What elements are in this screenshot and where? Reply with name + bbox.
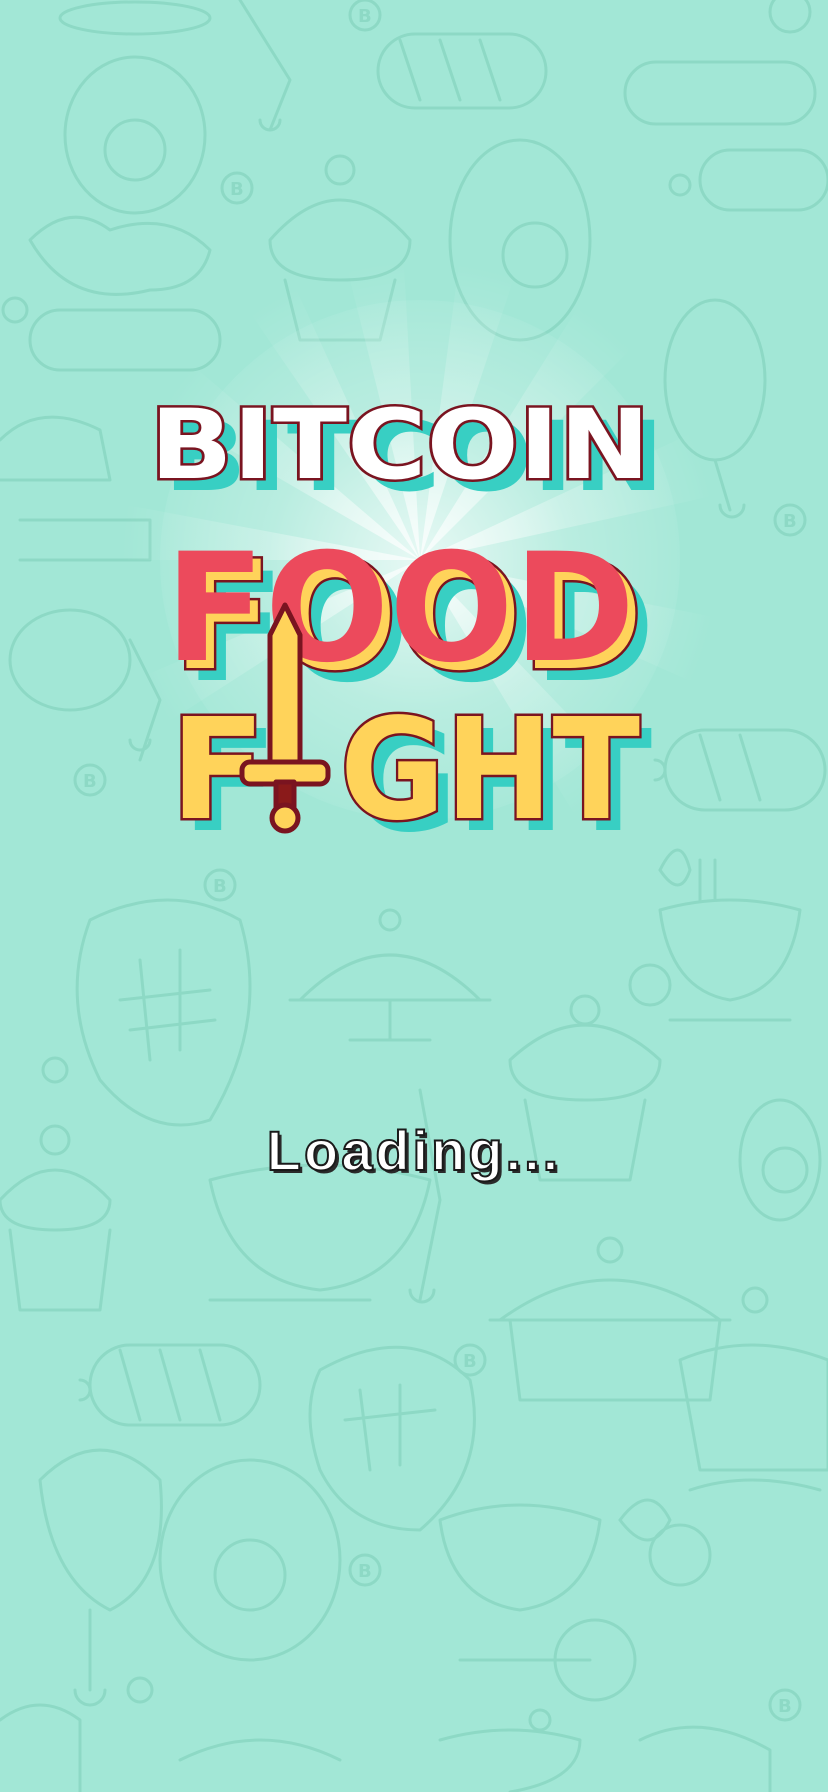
loading-screen: B B B B B B B B BITCOIN BITCOIN FOOD FOO… bbox=[0, 0, 828, 1792]
logo-line-bitcoin: BITCOIN BITCOIN bbox=[148, 390, 665, 513]
svg-text:BITCOIN: BITCOIN bbox=[150, 390, 650, 501]
logo-line-food: FOOD FOOD FOOD bbox=[165, 522, 655, 716]
svg-text:GHT: GHT bbox=[340, 689, 640, 850]
sunburst-rays bbox=[100, 180, 740, 840]
game-logo: BITCOIN BITCOIN FOOD FOOD FOOD F F GHT G… bbox=[148, 390, 665, 850]
svg-text:FOOD: FOOD bbox=[165, 522, 635, 696]
loading-label: Loading... bbox=[266, 1118, 562, 1183]
